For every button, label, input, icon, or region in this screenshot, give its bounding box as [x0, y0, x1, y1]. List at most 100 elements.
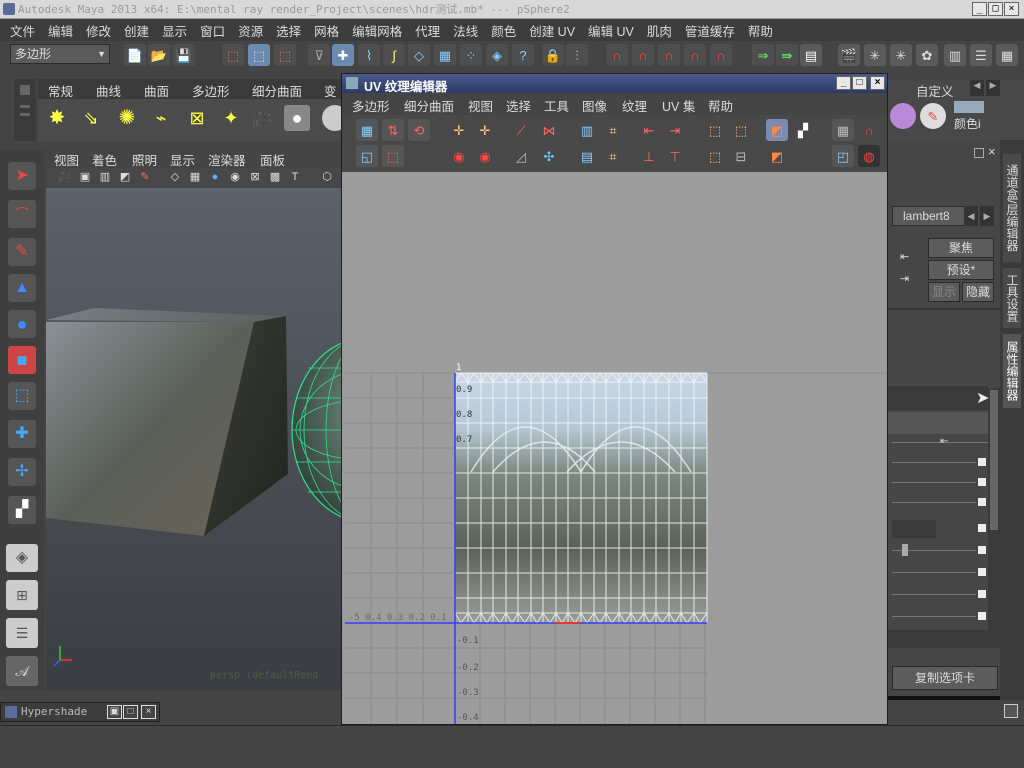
shelf-tab-curves[interactable]: 曲线 [96, 81, 121, 100]
menu-create[interactable]: 创建 [124, 21, 149, 40]
uv-texture-borders-icon[interactable]: ◰ [832, 145, 854, 167]
shelf-tab-more[interactable]: 变 [324, 81, 337, 100]
checker-icon[interactable] [978, 612, 986, 620]
attr-color-field[interactable] [892, 520, 936, 538]
scale-tool-icon[interactable]: ■ [8, 346, 36, 374]
smooth-shade-icon[interactable]: ● [206, 168, 224, 186]
uv-grid-snap-icon[interactable]: ⬚ [704, 145, 726, 167]
presets-button[interactable]: 预设* [928, 260, 994, 280]
spot-light-icon[interactable]: ⌁ [150, 107, 172, 129]
uv-record-icon[interactable]: ◉ [448, 145, 470, 167]
move-tool-icon[interactable]: ▲ [8, 274, 36, 302]
uv-menu-view[interactable]: 视图 [468, 96, 493, 115]
hypershade-close-button[interactable]: × [141, 705, 156, 719]
uv-align-icon[interactable]: ▥ [576, 119, 598, 141]
shelf-ball-icon[interactable] [890, 103, 916, 129]
uv-filter-icon[interactable]: ◩ [766, 145, 788, 167]
menu-pipeline-cache[interactable]: 管道缓存 [685, 21, 735, 40]
bookmark-icon[interactable]: ▥ [96, 168, 114, 186]
select-component-icon[interactable]: ⬚ [274, 44, 296, 66]
menu-proxy[interactable]: 代理 [415, 21, 440, 40]
render-settings-icon[interactable]: ✿ [916, 44, 938, 66]
input-connections-icon[interactable]: ⇤ [900, 250, 909, 263]
uv-layout-icon[interactable]: ✣ [538, 145, 560, 167]
shelf-tab-general[interactable]: 常规 [48, 81, 73, 100]
universal-manipulator-icon[interactable]: ⬚ [8, 382, 36, 410]
magnet-point-icon[interactable]: ∩ [658, 44, 680, 66]
material-tab[interactable]: lambert8 [892, 206, 968, 226]
uv-magnet-icon[interactable]: ∩ [858, 119, 880, 141]
checker-icon[interactable] [978, 590, 986, 598]
magnet-live-icon[interactable]: ∩ [710, 44, 732, 66]
uv-snap-icon[interactable]: ⌗ [602, 119, 624, 141]
vp-menu-shading[interactable]: 着色 [92, 150, 117, 169]
uv-menu-help[interactable]: 帮助 [708, 96, 733, 115]
magnet-icon[interactable]: ∩ [606, 44, 628, 66]
shelf-tab-surfaces[interactable]: 曲面 [144, 81, 169, 100]
attr-slider-track[interactable] [892, 572, 976, 573]
vp-menu-renderer[interactable]: 渲染器 [208, 150, 246, 169]
uv-image-toggle-icon[interactable]: ◩ [766, 119, 788, 141]
uv-menu-image[interactable]: 图像 [582, 96, 607, 115]
uv-down-icon[interactable]: ⊥ [638, 145, 660, 167]
wireframe-icon[interactable]: ◇ [166, 168, 184, 186]
menu-create-uv[interactable]: 创建 UV [529, 21, 575, 40]
attr-slider-track[interactable] [892, 482, 976, 483]
menu-normals[interactable]: 法线 [453, 21, 478, 40]
uv-menu-select[interactable]: 选择 [506, 96, 531, 115]
construction-history-icon[interactable]: ▤ [800, 44, 822, 66]
area-light-icon[interactable]: ⊠ [186, 107, 208, 129]
uv-menu-subdivs[interactable]: 细分曲面 [404, 96, 454, 115]
checker-icon[interactable] [978, 568, 986, 576]
open-scene-icon[interactable]: 📂 [148, 44, 170, 66]
uv-up-icon[interactable]: ⊤ [664, 145, 686, 167]
menu-window[interactable]: 窗口 [200, 21, 225, 40]
menu-set-dropdown[interactable]: 多边形 ▼ [10, 44, 110, 64]
textured-icon[interactable]: ◉ [226, 168, 244, 186]
snap-surface-icon[interactable]: ▦ [434, 44, 456, 66]
hide-button[interactable]: 隐藏 [962, 282, 994, 302]
tool-settings-toggle-icon[interactable]: ▦ [996, 44, 1018, 66]
menu-color[interactable]: 颜色 [491, 21, 516, 40]
shelf-color-label[interactable]: 颜色i [954, 115, 981, 132]
slider-handle[interactable] [902, 544, 908, 556]
uv-record2-icon[interactable]: ◉ [474, 145, 496, 167]
vp-menu-lighting[interactable]: 照明 [132, 150, 157, 169]
uv-flip-icon[interactable]: ⇅ [382, 119, 404, 141]
uv-menu-textures[interactable]: 纹理 [622, 96, 647, 115]
uv-menu-polygons[interactable]: 多边形 [352, 96, 390, 115]
camera-select-icon[interactable]: 🎥 [56, 168, 74, 186]
output-connections-icon[interactable]: ⇥ [900, 272, 909, 285]
hypershade-minimized[interactable]: Hypershade ▣ □ × [0, 702, 160, 722]
menu-assets[interactable]: 资源 [238, 21, 263, 40]
menu-muscle[interactable]: 肌肉 [647, 21, 672, 40]
camera-attr-icon[interactable]: ▣ [76, 168, 94, 186]
uv-unfold-icon[interactable]: ⌗ [602, 145, 624, 167]
checker-icon[interactable] [978, 546, 986, 554]
input-ops-icon[interactable]: ⇒ [752, 44, 774, 66]
hypershade-restore-button[interactable]: ▣ [107, 705, 122, 719]
show-manipulator-icon[interactable]: ✢ [8, 458, 36, 486]
input-connection-icon[interactable]: ⇤ [940, 436, 948, 447]
uv-checker-icon[interactable]: ▞ [792, 119, 814, 141]
isolate-icon[interactable]: ▩ [266, 168, 284, 186]
volume-light-icon[interactable]: ✦ [220, 107, 242, 129]
uv-normalize-icon[interactable]: ▤ [576, 145, 598, 167]
attr-hscrollbar[interactable] [888, 630, 988, 648]
menu-edit-mesh[interactable]: 编辑网格 [352, 21, 402, 40]
menu-modify[interactable]: 修改 [86, 21, 111, 40]
snap-vertex-icon[interactable]: ⁘ [460, 44, 482, 66]
attr-slider-track[interactable] [892, 616, 976, 617]
uv-close-button[interactable]: × [870, 76, 885, 90]
xray-icon[interactable]: ⊠ [246, 168, 264, 186]
make-live-icon[interactable]: ◈ [486, 44, 508, 66]
uv-cut-icon[interactable]: ⟋ [510, 119, 532, 141]
color-swatch-icon[interactable] [954, 101, 984, 113]
attr-scrollbar[interactable] [988, 388, 1000, 648]
checker-icon[interactable] [978, 478, 986, 486]
tab-scroll-left-icon[interactable]: ◀ [964, 206, 978, 226]
uv-pixel-snap-icon[interactable]: ⊟ [730, 145, 752, 167]
attr-section-header[interactable] [888, 386, 988, 410]
uv-left-icon[interactable]: ⇤ [638, 119, 660, 141]
output-ops-icon[interactable]: ⇛ [776, 44, 798, 66]
